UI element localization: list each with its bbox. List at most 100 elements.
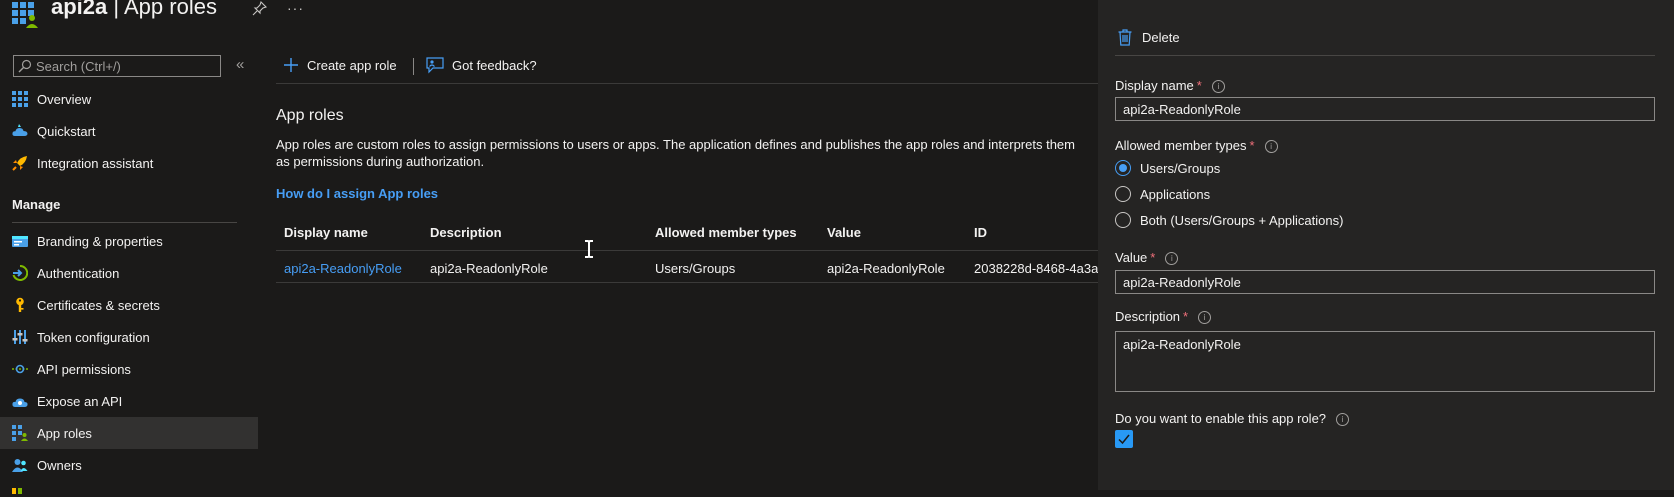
sidebar-item-label: App roles (37, 425, 92, 441)
owners-icon (12, 459, 28, 472)
more-options-icon[interactable]: ··· (287, 0, 304, 16)
row-id: 2038228d-8468-4a3a (974, 261, 1099, 276)
description-label-text: Description (1115, 309, 1181, 324)
radio-both[interactable]: Both (Users/Groups + Applications) (1115, 212, 1343, 228)
info-icon[interactable]: i (1198, 311, 1212, 324)
row-description: api2a-ReadonlyRole (430, 261, 548, 276)
value-label-text: Value (1115, 250, 1148, 265)
sidebar-item-quickstart[interactable]: Quickstart (0, 115, 258, 147)
sidebar-item-app-roles[interactable]: App roles (0, 417, 258, 449)
pin-icon[interactable] (252, 0, 268, 16)
radio-button[interactable] (1115, 186, 1131, 202)
required-marker: * (1196, 78, 1202, 93)
column-header-display-name[interactable]: Display name (284, 225, 368, 240)
display-name-input[interactable] (1115, 97, 1655, 121)
title-separator: | (107, 0, 124, 19)
value-label: Value * i (1115, 250, 1179, 265)
radio-users-groups[interactable]: Users/Groups (1115, 160, 1220, 176)
description-textarea[interactable]: api2a-ReadonlyRole (1115, 331, 1655, 392)
enable-app-role-checkbox[interactable] (1115, 430, 1133, 448)
member-types-label-text: Allowed member types (1115, 138, 1247, 153)
panel-divider (1115, 55, 1655, 56)
radio-applications[interactable]: Applications (1115, 186, 1210, 202)
sidebar-item-label: Certificates & secrets (37, 297, 160, 313)
rocket-icon (12, 156, 27, 171)
info-icon[interactable]: i (1264, 140, 1278, 153)
radio-label: Applications (1140, 186, 1211, 202)
member-types-label: Allowed member types * i (1115, 138, 1278, 153)
sidebar-item-label: Overview (37, 91, 92, 107)
required-marker: * (1183, 309, 1189, 324)
toolbar-divider (276, 83, 1098, 84)
section-label-manage: Manage (12, 197, 61, 212)
value-input[interactable] (1115, 270, 1655, 294)
expose-api-icon (12, 398, 28, 407)
grid-overview-icon (12, 91, 28, 107)
sidebar-search[interactable] (13, 55, 221, 77)
table-row-divider (276, 282, 1098, 283)
column-header-id[interactable]: ID (974, 225, 987, 240)
token-config-icon (12, 330, 28, 344)
sidebar-item-expose-api[interactable]: Expose an API (0, 385, 258, 417)
info-icon[interactable]: i (1165, 252, 1179, 265)
feedback-button[interactable]: Got feedback? (426, 57, 537, 74)
row-display-name-link[interactable]: api2a-ReadonlyRole (284, 261, 402, 276)
collapse-sidebar-icon[interactable]: « (236, 56, 244, 73)
sidebar-item-label: Expose an API (37, 393, 123, 409)
display-name-label-text: Display name (1115, 78, 1194, 93)
cloud-quickstart-icon (12, 124, 28, 136)
sidebar-item-branding[interactable]: Branding & properties (0, 225, 258, 257)
search-input[interactable] (36, 57, 216, 75)
text-cursor-icon (584, 240, 594, 258)
key-icon (16, 297, 24, 312)
feedback-label: Got feedback? (452, 58, 537, 73)
search-icon (18, 59, 32, 73)
app-registration-icon (12, 2, 38, 28)
section-divider (12, 222, 237, 223)
sidebar-item-api-permissions[interactable]: API permissions (0, 353, 258, 385)
help-link[interactable]: How do I assign App roles (276, 186, 438, 201)
section-description: App roles are custom roles to assign per… (276, 137, 1075, 169)
sidebar-item-label: API permissions (37, 361, 131, 377)
sidebar-item-label: Branding & properties (37, 233, 163, 249)
enable-label-text: Do you want to enable this app role? (1115, 411, 1327, 426)
trash-icon (1118, 29, 1132, 46)
feedback-icon (426, 57, 444, 74)
authentication-icon (12, 265, 28, 281)
sidebar-item-label: Quickstart (37, 123, 96, 139)
sidebar-item-label: Integration assistant (37, 155, 154, 171)
column-header-allowed-member-types[interactable]: Allowed member types (655, 225, 797, 240)
info-icon[interactable]: i (1336, 413, 1350, 426)
required-marker: * (1249, 138, 1255, 153)
sidebar-item-authentication[interactable]: Authentication (0, 257, 258, 289)
app-roles-icon (12, 425, 28, 441)
column-header-description[interactable]: Description (430, 225, 502, 240)
display-name-label: Display name * i (1115, 78, 1225, 93)
section-heading: App roles (276, 107, 344, 124)
delete-button[interactable]: Delete (1118, 29, 1180, 46)
row-allowed-member-types: Users/Groups (655, 261, 736, 276)
info-icon[interactable]: i (1211, 80, 1225, 93)
edit-app-role-panel: Delete Display name*i Allowed member typ… (1098, 0, 1674, 490)
checkmark-icon (1118, 434, 1130, 445)
column-header-value[interactable]: Value (827, 225, 861, 240)
sidebar-item-token-configuration[interactable]: Token configuration (0, 321, 258, 353)
sidebar-item-label: Token configuration (37, 329, 150, 345)
radio-button-selected[interactable] (1115, 160, 1131, 176)
sidebar-item-integration-assistant[interactable]: Integration assistant (0, 147, 258, 179)
page-name: App roles (124, 0, 217, 19)
create-app-role-label: Create app role (307, 57, 397, 73)
radio-label: Both (Users/Groups + Applications) (1140, 212, 1344, 228)
sidebar-item-overview[interactable]: Overview (0, 83, 258, 115)
radio-label: Users/Groups (1140, 160, 1221, 176)
delete-label: Delete (1142, 30, 1180, 45)
sidebar-item-certificates-secrets[interactable]: Certificates & secrets (0, 289, 258, 321)
branding-icon (12, 236, 28, 247)
page-title: api2a | App roles (51, 0, 217, 20)
toolbar-separator (413, 58, 414, 75)
sidebar-item-owners[interactable]: Owners (0, 449, 258, 481)
radio-button[interactable] (1115, 212, 1131, 228)
row-value: api2a-ReadonlyRole (827, 261, 945, 276)
create-app-role-button[interactable]: Create app role (283, 57, 397, 73)
enable-label: Do you want to enable this app role? i (1115, 411, 1350, 426)
